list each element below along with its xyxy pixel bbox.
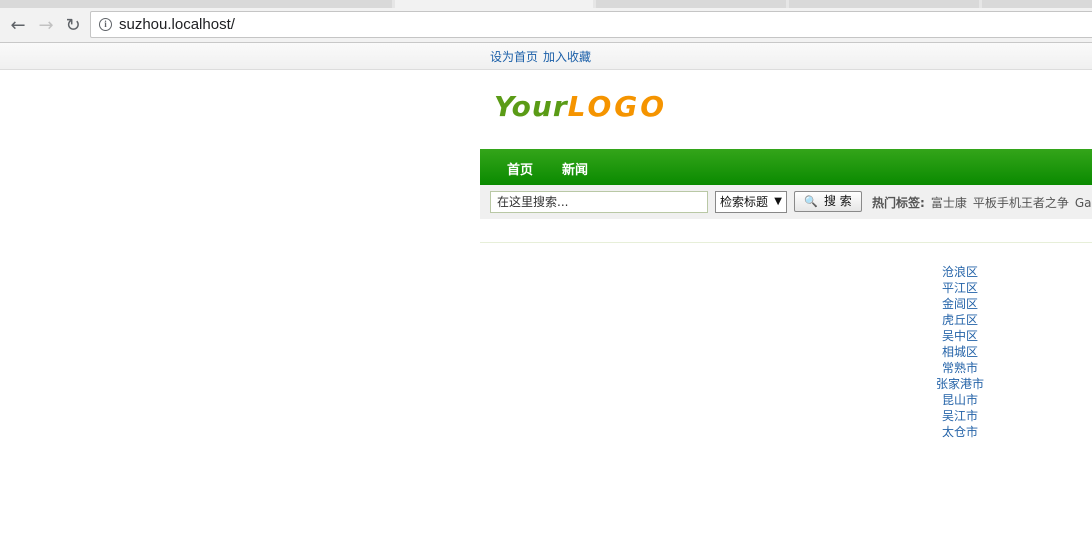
logo-part-logo: LOGO <box>567 90 668 123</box>
list-item: 虎丘区 <box>900 312 1020 328</box>
nav-item-home[interactable]: 首页 <box>507 159 533 178</box>
browser-tab-active[interactable] <box>395 0 593 8</box>
search-type-value: 检索标题 <box>720 195 769 209</box>
reload-icon[interactable]: ↻ <box>61 13 85 37</box>
list-item: 沧浪区 <box>900 264 1020 280</box>
add-favorite-link[interactable]: 加入收藏 <box>543 50 591 64</box>
list-item: 吴江市 <box>900 408 1020 424</box>
list-item: 吴中区 <box>900 328 1020 344</box>
site-logo[interactable]: YourLOGO <box>494 90 667 124</box>
browser-tabstrip <box>0 0 1092 9</box>
back-icon[interactable]: ← <box>6 13 30 37</box>
district-link[interactable]: 太仓市 <box>942 425 978 439</box>
logo-part-your: Your <box>494 90 568 123</box>
hot-tags-label: 热门标签: <box>872 196 925 210</box>
forward-icon[interactable]: → <box>34 13 58 37</box>
search-type-select[interactable]: 检索标题 ▼ <box>715 191 787 213</box>
district-list: 沧浪区 平江区 金阊区 虎丘区 吴中区 相城区 常熟市 张家港市 昆山市 吴江市… <box>900 264 1020 440</box>
browser-toolbar: ← → ↻ i suzhou.localhost/ <box>0 8 1092 43</box>
district-link[interactable]: 张家港市 <box>936 377 984 391</box>
site-topbar: 设为首页 加入收藏 <box>0 43 1092 70</box>
district-link[interactable]: 昆山市 <box>942 393 978 407</box>
list-item: 昆山市 <box>900 392 1020 408</box>
set-home-link[interactable]: 设为首页 <box>490 50 538 64</box>
district-link[interactable]: 相城区 <box>942 345 978 359</box>
main-nav: 首页 新闻 <box>480 149 1092 185</box>
hot-tag[interactable]: 平板手机王者之争 <box>973 196 1069 210</box>
district-link[interactable]: 虎丘区 <box>942 313 978 327</box>
search-icon: 🔍 <box>804 195 818 208</box>
district-link[interactable]: 沧浪区 <box>942 265 978 279</box>
search-button-label: 搜 索 <box>823 194 852 208</box>
search-button[interactable]: 🔍 搜 索 <box>794 191 862 212</box>
content-divider <box>480 242 1092 243</box>
hot-tag[interactable]: 富士康 <box>931 196 967 210</box>
district-link[interactable]: 吴中区 <box>942 329 978 343</box>
list-item: 相城区 <box>900 344 1020 360</box>
chevron-down-icon: ▼ <box>774 196 782 207</box>
district-link[interactable]: 平江区 <box>942 281 978 295</box>
address-bar[interactable]: i suzhou.localhost/ <box>90 11 1092 38</box>
list-item: 张家港市 <box>900 376 1020 392</box>
list-item: 太仓市 <box>900 424 1020 440</box>
district-link[interactable]: 金阊区 <box>942 297 978 311</box>
url-text[interactable]: suzhou.localhost/ <box>119 16 235 33</box>
list-item: 金阊区 <box>900 296 1020 312</box>
list-item: 常熟市 <box>900 360 1020 376</box>
search-input[interactable] <box>490 191 708 213</box>
nav-item-news[interactable]: 新闻 <box>562 159 588 178</box>
hot-tag[interactable]: Ga <box>1075 196 1092 210</box>
info-icon[interactable]: i <box>99 18 112 31</box>
list-item: 平江区 <box>900 280 1020 296</box>
district-link[interactable]: 吴江市 <box>942 409 978 423</box>
top-links: 设为首页 加入收藏 <box>490 48 596 65</box>
search-bar: 检索标题 ▼ 🔍 搜 索 热门标签: 富士康平板手机王者之争 Ga <box>480 185 1092 219</box>
district-link[interactable]: 常熟市 <box>942 361 978 375</box>
hot-tags: 热门标签: 富士康 平板手机王者之争 Ga <box>872 194 1092 211</box>
